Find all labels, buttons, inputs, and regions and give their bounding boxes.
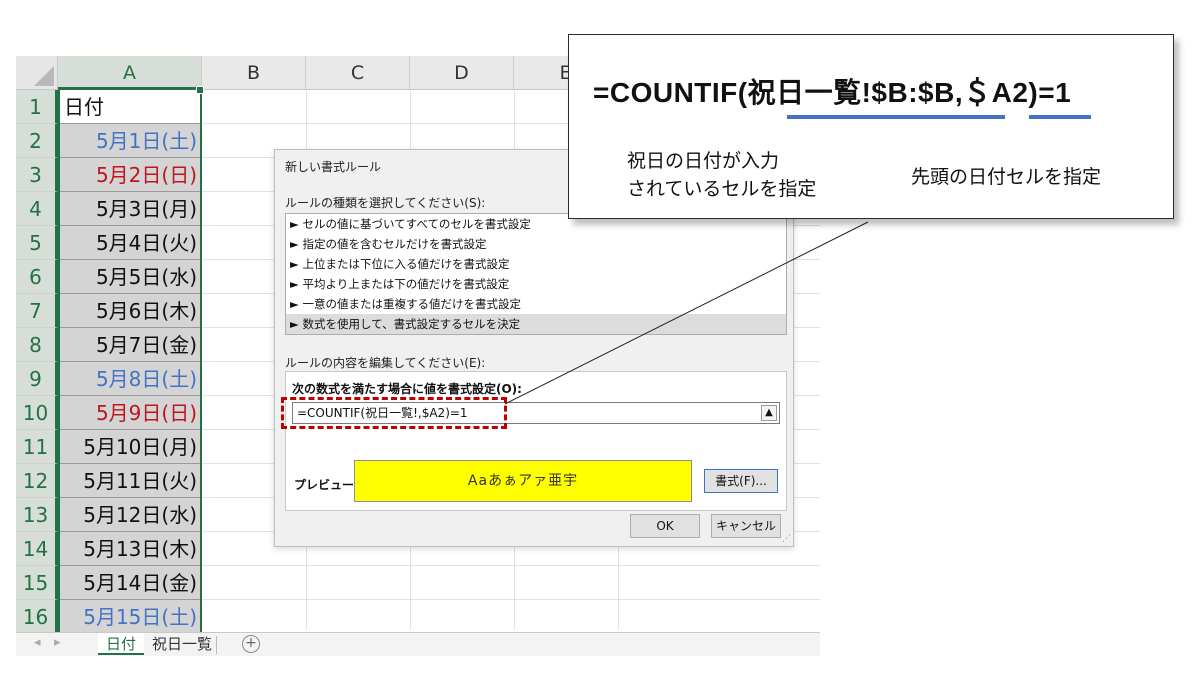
formula-callout: =COUNTIF(祝日一覧!$B:$B,＄A2)=1 祝日の日付が入力 されてい… [568,34,1174,219]
holiday-range-underline [787,115,1005,119]
holiday-range-note: 祝日の日付が入力 されているセルを指定 [627,150,817,200]
first-cell-underline [1029,115,1091,119]
callout-formula: =COUNTIF(祝日一覧!$B:$B,＄A2)=1 [593,77,1072,108]
first-cell-note: 先頭の日付セルを指定 [911,166,1102,188]
